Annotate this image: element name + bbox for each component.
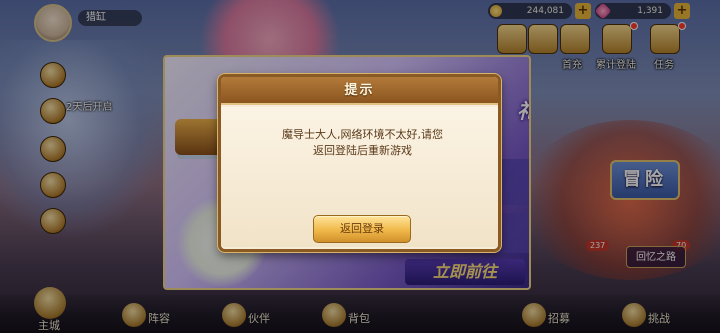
dialog-header: 提示 xyxy=(221,77,498,105)
dialog-message-line1: 魔导士大人,网络环境不太好,请您 xyxy=(282,128,443,141)
dialog-message: 魔导士大人,网络环境不太好,请您 返回登陆后重新游戏 xyxy=(251,127,474,159)
dialog-message-line2: 返回登陆后重新游戏 xyxy=(313,144,412,157)
return-login-button[interactable]: 返回登录 xyxy=(313,215,411,243)
network-error-dialog: 提示 魔导士大人,网络环境不太好,请您 返回登陆后重新游戏 返回登录 xyxy=(218,74,501,252)
dialog-title: 提示 xyxy=(344,83,375,98)
